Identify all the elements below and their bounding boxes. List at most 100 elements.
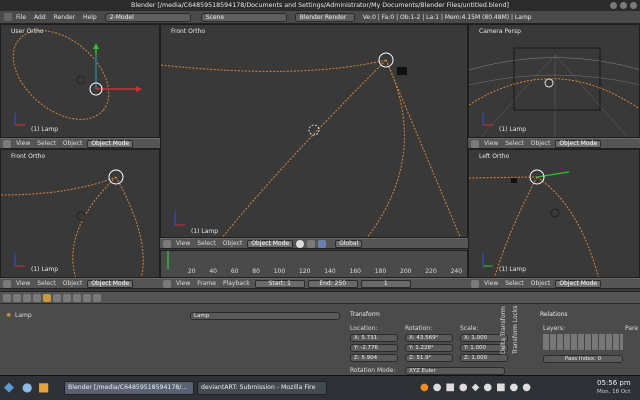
menu-object[interactable]: Object [61, 140, 85, 147]
menu-select[interactable]: Select [35, 280, 58, 287]
mode-selector[interactable]: Object Mode [87, 139, 134, 148]
rotation-x-field[interactable]: X: 43.569° [405, 334, 453, 342]
app-icon[interactable]: ● [522, 382, 531, 393]
object-tab-icon[interactable] [43, 293, 51, 302]
app-icon[interactable]: ● [483, 382, 492, 393]
rotation-y-field[interactable]: Y: 1.228° [405, 344, 453, 352]
editor-type-icon[interactable] [3, 293, 11, 302]
menu-view[interactable]: View [174, 240, 192, 247]
task-firefox[interactable]: deviantART: Submission - Mozilla Fire [197, 381, 327, 395]
outliner-row[interactable]: ✺ Lamp [6, 312, 32, 319]
layers-grid[interactable] [543, 334, 623, 350]
menu-add[interactable]: Add [30, 14, 50, 21]
mode-selector[interactable]: Object Mode [87, 279, 134, 288]
mode-selector[interactable]: Object Mode [555, 279, 602, 288]
world-tab-icon[interactable] [33, 293, 41, 302]
start-frame-field[interactable]: Start: 1 [254, 279, 305, 288]
viewport-front-ortho[interactable]: Front Ortho (1) Lamp [0, 149, 160, 278]
timeline-area[interactable]: 20 40 60 80 100 120 140 160 180 200 220 … [160, 250, 468, 278]
menu-object[interactable]: Object [529, 140, 553, 147]
render-engine-selector[interactable]: Blender Render [294, 12, 355, 22]
delta-transform-tab[interactable]: Delta Transform [500, 306, 507, 354]
object-name-field[interactable]: Lamp [190, 312, 340, 320]
viewport-header-br: View Select Object Object Mode [468, 278, 640, 289]
app-icon[interactable]: ● [510, 382, 519, 393]
menu-render[interactable]: Render [50, 14, 79, 21]
firefox-icon[interactable]: ● [420, 382, 429, 393]
mode-selector[interactable]: Object Mode [247, 239, 294, 248]
menu-view[interactable]: View [14, 280, 32, 287]
editor-type-icon[interactable] [4, 13, 12, 21]
editor-type-icon[interactable] [471, 279, 479, 288]
app-icon[interactable]: ■ [496, 382, 505, 393]
relations-panel-title[interactable]: Relations [540, 311, 568, 318]
menu-file[interactable]: File [12, 14, 30, 21]
clock-date: Mon, 18 Oct [597, 389, 631, 395]
minimize-icon[interactable] [610, 2, 617, 9]
app-icon[interactable]: ◆ [472, 382, 480, 393]
menu-select[interactable]: Select [503, 140, 526, 147]
menu-frame[interactable]: Frame [195, 280, 218, 287]
menu-object[interactable]: Object [529, 280, 553, 287]
scene-tab-icon[interactable] [23, 293, 31, 302]
rotation-z-field[interactable]: Z: 51.9° [405, 354, 453, 362]
app-icon[interactable]: ■ [445, 382, 454, 393]
scale-z-field[interactable]: Z: 1.000 [460, 354, 508, 362]
viewport-shading-icon[interactable] [296, 239, 305, 248]
parent-label: Pare [625, 325, 639, 332]
viewport-front-ortho-main[interactable]: Front Ortho (1) Lamp [160, 24, 468, 238]
manipulator-icon[interactable] [318, 239, 327, 248]
editor-type-icon[interactable] [163, 279, 171, 288]
browser-icon[interactable]: ● [22, 380, 32, 394]
viewport-left-ortho[interactable]: Left Ortho (1) Lamp [468, 149, 640, 278]
menu-select[interactable]: Select [503, 280, 526, 287]
current-frame-field[interactable]: 1 [360, 279, 411, 288]
material-tab-icon[interactable] [83, 293, 91, 302]
end-frame-field[interactable]: End: 250 [307, 279, 358, 288]
editor-type-icon[interactable] [3, 139, 11, 148]
menu-help[interactable]: Help [79, 14, 101, 21]
menu-view[interactable]: View [482, 140, 500, 147]
editor-type-icon[interactable] [163, 239, 171, 248]
data-tab-icon[interactable] [73, 293, 81, 302]
texture-tab-icon[interactable] [93, 293, 101, 302]
pivot-icon[interactable] [307, 239, 316, 248]
app-icon[interactable]: ● [459, 382, 468, 393]
screen-selector[interactable]: 2-Model [104, 12, 191, 22]
rotation-mode-label: Rotation Mode: [350, 367, 396, 374]
viewport-user-ortho[interactable]: User Ortho (1) Lamp [0, 24, 160, 138]
menu-select[interactable]: Select [35, 140, 58, 147]
modifiers-tab-icon[interactable] [63, 293, 71, 302]
transform-locks-tab[interactable]: Transform Locks [512, 305, 519, 354]
location-x-field[interactable]: X: 5.731 [350, 334, 398, 342]
menu-view[interactable]: View [14, 140, 32, 147]
constraints-tab-icon[interactable] [53, 293, 61, 302]
menu-playback[interactable]: Playback [221, 280, 252, 287]
editor-type-icon[interactable] [471, 139, 479, 148]
location-y-field[interactable]: Y: -2.776 [350, 344, 398, 352]
viewport-label: Camera Persp [479, 28, 521, 35]
mode-selector[interactable]: Object Mode [555, 139, 602, 148]
start-menu-icon[interactable]: ◆ [4, 380, 14, 395]
timeline-tick: 200 [400, 268, 412, 275]
current-frame-marker[interactable] [167, 251, 169, 269]
render-tab-icon[interactable] [13, 293, 21, 302]
editor-type-icon[interactable] [3, 279, 11, 288]
menu-view[interactable]: View [482, 280, 500, 287]
scene-selector[interactable]: Scene [200, 12, 287, 22]
maximize-icon[interactable] [620, 2, 627, 9]
files-icon[interactable]: ■ [38, 380, 49, 394]
menu-object[interactable]: Object [61, 280, 85, 287]
pass-index-field[interactable]: Pass Index: 0 [543, 355, 623, 363]
menu-view[interactable]: View [174, 280, 192, 287]
task-blender[interactable]: Blender [/media/C64859518594178/... [64, 381, 194, 395]
close-icon[interactable] [630, 2, 637, 9]
location-z-field[interactable]: Z: 5.904 [350, 354, 398, 362]
transform-panel-title[interactable]: Transform [350, 311, 380, 318]
app-icon[interactable]: ● [433, 382, 442, 393]
menu-select[interactable]: Select [195, 240, 218, 247]
viewport-camera-persp[interactable]: Camera Persp (1) Lamp [468, 24, 640, 138]
orientation-selector[interactable]: Global [335, 239, 363, 248]
menu-object[interactable]: Object [221, 240, 245, 247]
rotation-mode-selector[interactable]: XYZ Euler [405, 367, 505, 375]
